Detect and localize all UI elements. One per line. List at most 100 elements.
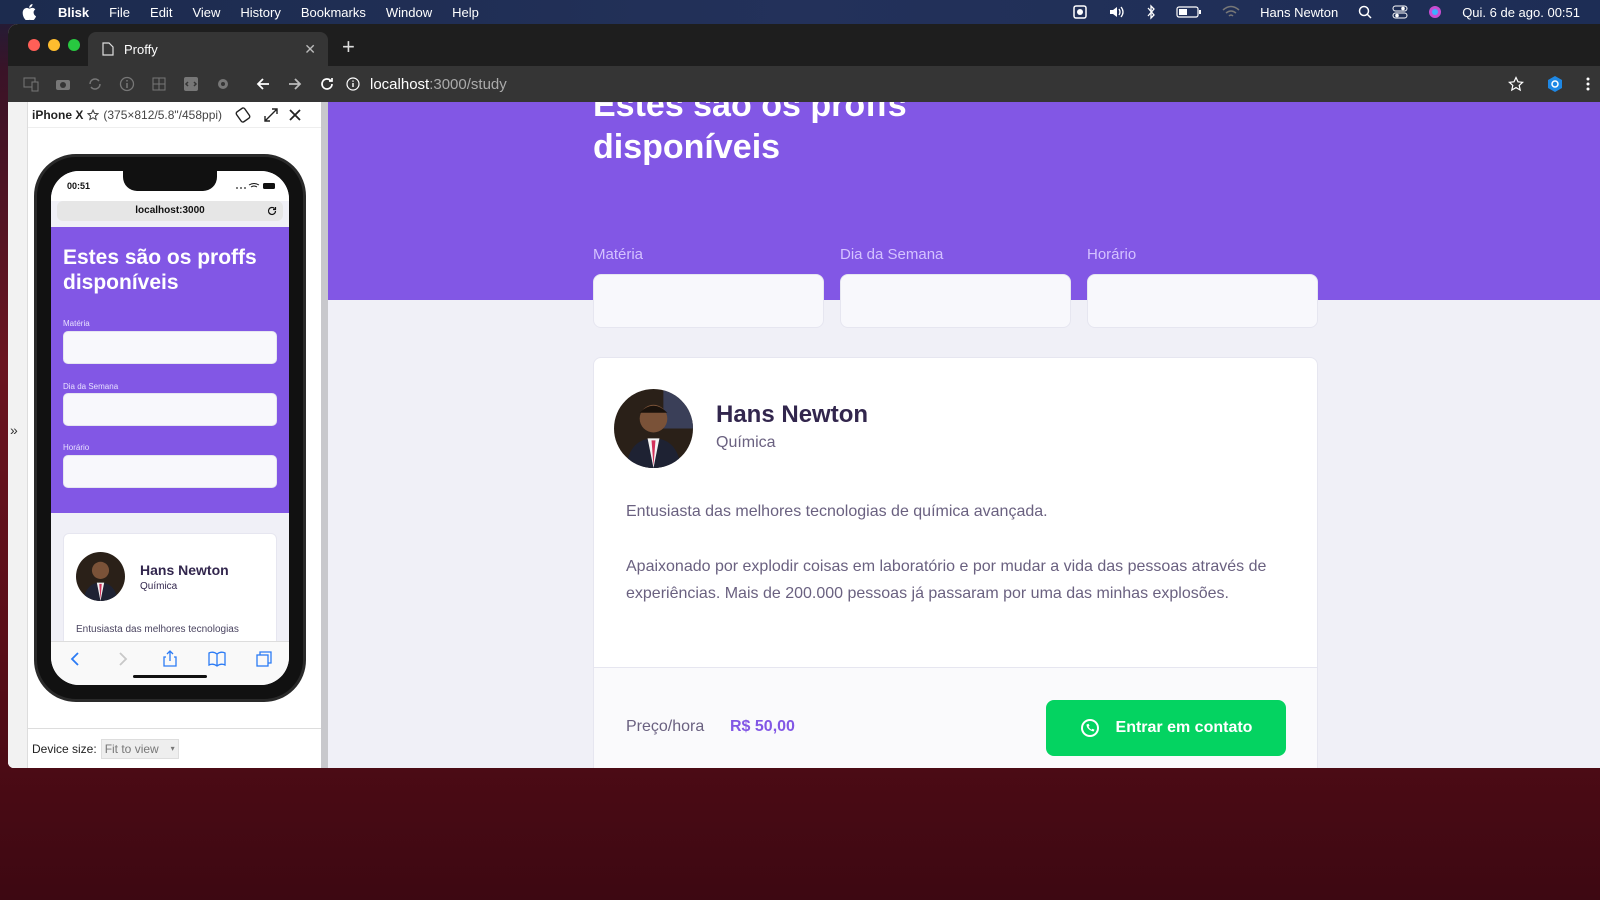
subject-label: Matéria: [593, 246, 644, 263]
url-path: :3000/study: [429, 75, 507, 93]
phone-home-indicator: [133, 675, 207, 678]
phone-teacher-bio: Entusiasta das melhores tecnologias: [76, 624, 239, 635]
phone-teacher-subject: Química: [140, 581, 178, 592]
tab-proffy[interactable]: Proffy ✕: [88, 32, 328, 66]
address-bar[interactable]: localhost:3000/study: [346, 70, 1476, 98]
apple-icon[interactable]: [22, 4, 36, 20]
device-toggle-icon[interactable]: [22, 75, 40, 93]
menu-file[interactable]: File: [109, 5, 130, 20]
phone-safari-toolbar: [51, 641, 289, 685]
phone-subject-input[interactable]: [63, 331, 277, 364]
menu-app-name[interactable]: Blisk: [58, 5, 89, 20]
teacher-avatar: [614, 389, 693, 468]
minimize-window-button[interactable]: [48, 39, 60, 51]
expand-panel-icon[interactable]: »: [10, 422, 18, 438]
document-icon: [102, 42, 114, 56]
phone-forward-icon[interactable]: [113, 650, 131, 668]
control-center-icon[interactable]: [1392, 5, 1408, 19]
price-value: R$ 50,00: [730, 718, 795, 735]
new-tab-button[interactable]: +: [342, 34, 355, 60]
window-controls: [28, 39, 88, 51]
menu-bookmarks[interactable]: Bookmarks: [301, 5, 366, 20]
menu-clock[interactable]: Qui. 6 de ago. 00:51: [1462, 5, 1580, 20]
phone-teacher-name: Hans Newton: [140, 562, 229, 578]
close-window-button[interactable]: [28, 39, 40, 51]
back-arrow-icon[interactable]: [254, 75, 272, 93]
rotate-device-icon[interactable]: [234, 106, 252, 124]
settings-gear-icon[interactable]: [214, 75, 232, 93]
teacher-subject: Química: [716, 434, 776, 451]
device-name[interactable]: iPhone X: [32, 108, 83, 122]
tab-bar: Proffy ✕ +: [8, 24, 1600, 66]
devtools-icon[interactable]: [182, 75, 200, 93]
phone-page-header: Estes são os proffs disponíveis Matéria …: [51, 227, 289, 513]
device-spec: (375×812/5.8"/458ppi): [103, 107, 223, 122]
hardware-status-icon[interactable]: [1072, 4, 1088, 20]
more-menu-icon[interactable]: [1586, 76, 1590, 92]
close-device-icon[interactable]: [286, 106, 304, 124]
phone-share-icon[interactable]: [161, 650, 179, 668]
close-tab-icon[interactable]: ✕: [304, 41, 316, 58]
teacher-card: Hans Newton Química Entusiasta das melho…: [593, 357, 1318, 768]
page-title: Estes são os proffs disponíveis: [593, 102, 907, 166]
device-header: iPhone X (375×812/5.8"/458ppi): [28, 102, 321, 128]
phone-notch: [123, 171, 217, 191]
phone-reload-icon[interactable]: [267, 206, 277, 216]
phone-weekday-input[interactable]: [63, 393, 277, 426]
zoom-window-button[interactable]: [68, 39, 80, 51]
bluetooth-icon[interactable]: [1146, 4, 1156, 20]
phone-time-input[interactable]: [63, 455, 277, 488]
contact-button-label: Entrar em contato: [1115, 719, 1253, 736]
menu-history[interactable]: History: [240, 5, 280, 20]
panel-divider[interactable]: [321, 102, 328, 768]
grid-icon[interactable]: [150, 75, 168, 93]
phone-bookmarks-icon[interactable]: [208, 650, 226, 668]
menu-user-name[interactable]: Hans Newton: [1260, 5, 1338, 20]
bookmark-star-icon[interactable]: [1508, 76, 1524, 92]
teacher-name: Hans Newton: [716, 401, 869, 428]
device-size-label: Device size:: [32, 741, 97, 756]
device-size-bar: Device size: Fit to view ▾: [28, 728, 321, 768]
phone-address-bar[interactable]: localhost:3000: [57, 201, 283, 221]
menu-edit[interactable]: Edit: [150, 5, 172, 20]
siri-icon[interactable]: [1428, 5, 1442, 19]
battery-icon[interactable]: [1176, 5, 1202, 19]
phone-back-icon[interactable]: [67, 650, 85, 668]
phone-subject-label: Matéria: [63, 319, 90, 328]
macos-menu-bar: Blisk File Edit View History Bookmarks W…: [0, 0, 1600, 24]
wifi-icon[interactable]: [1222, 5, 1240, 19]
page-header: Estes são os proffs disponíveis Matéria …: [328, 102, 1600, 328]
forward-arrow-icon[interactable]: [286, 75, 304, 93]
time-input[interactable]: [1087, 274, 1318, 328]
chevron-down-icon: ▾: [170, 744, 175, 753]
teacher-bio-paragraph-2: Apaixonado por explodir coisas em labora…: [626, 557, 1267, 603]
time-label: Horário: [1087, 246, 1137, 263]
phone-status-time: 00:51: [67, 181, 91, 191]
contact-button[interactable]: Entrar em contato: [1046, 700, 1286, 756]
expand-icon[interactable]: [262, 106, 280, 124]
url-host: localhost: [370, 75, 430, 93]
info-icon[interactable]: [118, 75, 136, 93]
phone-teacher-avatar: [76, 552, 125, 601]
site-info-icon[interactable]: [346, 77, 360, 91]
subject-input[interactable]: [593, 274, 824, 328]
weekday-label: Dia da Semana: [840, 246, 944, 263]
device-size-value: Fit to view: [104, 741, 159, 756]
menu-window[interactable]: Window: [386, 5, 432, 20]
weekday-input[interactable]: [840, 274, 1071, 328]
sync-icon[interactable]: [86, 75, 104, 93]
favorite-star-icon[interactable]: [87, 108, 100, 121]
screenshot-icon[interactable]: [54, 75, 72, 93]
volume-icon[interactable]: [1108, 4, 1126, 20]
device-size-select[interactable]: Fit to view ▾: [100, 738, 179, 759]
browser-window: Proffy ✕ + localhost:3000/study » iPhone…: [8, 24, 1600, 768]
menu-view[interactable]: View: [192, 5, 220, 20]
phone-time-label: Horário: [63, 443, 90, 452]
reload-icon[interactable]: [318, 75, 336, 93]
phone-tabs-icon[interactable]: [255, 650, 273, 668]
whatsapp-icon: [1080, 719, 1099, 737]
menu-help[interactable]: Help: [452, 5, 479, 20]
tab-title: Proffy: [124, 41, 158, 57]
extension-icon[interactable]: [1546, 75, 1564, 93]
spotlight-search-icon[interactable]: [1358, 5, 1372, 19]
